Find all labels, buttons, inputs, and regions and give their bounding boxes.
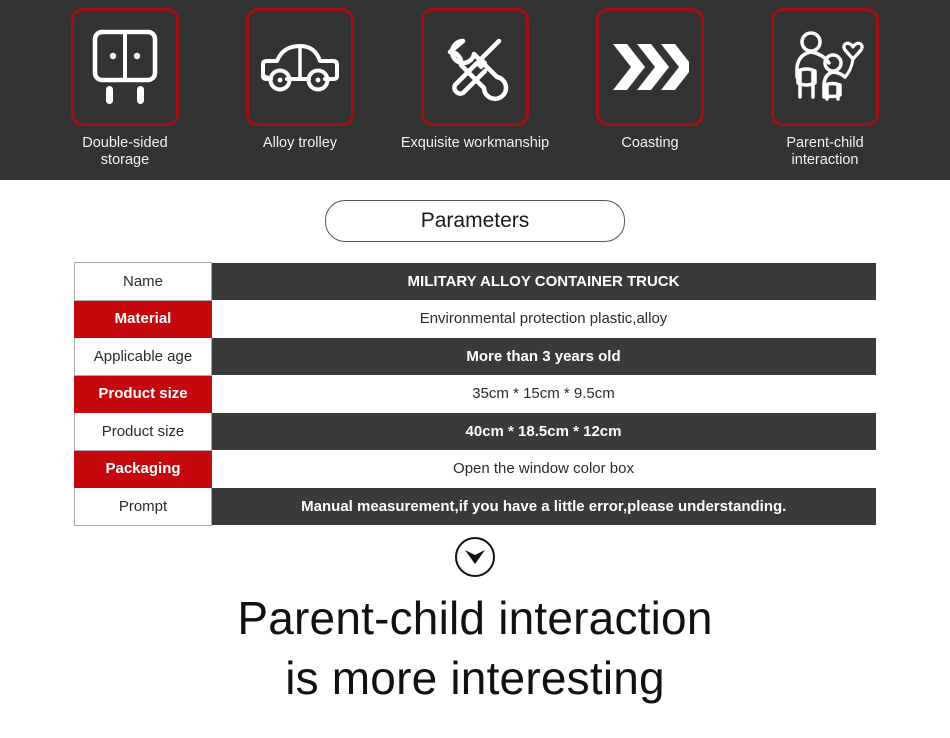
spec-key-cell: Prompt xyxy=(74,487,212,526)
feature-item-double-sided-storage[interactable]: Double-sided storage xyxy=(40,8,210,169)
table-row: Product size 35cm * 15cm * 9.5cm xyxy=(74,374,876,413)
feature-icon-frame xyxy=(421,8,529,126)
page-title-line-2: is more interesting xyxy=(285,651,665,704)
chevron-down-circle-icon[interactable] xyxy=(455,536,495,577)
feature-item-coasting[interactable]: Coasting xyxy=(565,8,735,152)
feature-label-line-1: Parent-child xyxy=(786,135,864,151)
feature-label-line-1: Exquisite workmanship xyxy=(400,135,550,151)
spec-key-cell: Product size xyxy=(74,412,212,451)
page-title: Parent-child interaction is more interes… xyxy=(0,588,950,708)
spec-table-body: Name MILITARY ALLOY CONTAINER TRUCK Mate… xyxy=(74,262,876,526)
parameters-button[interactable]: Parameters xyxy=(325,200,625,242)
table-row: Applicable age More than 3 years old xyxy=(74,337,876,376)
spec-key-cell: Packaging xyxy=(74,449,212,488)
spec-value-cell: 40cm * 18.5cm * 12cm xyxy=(211,412,876,450)
table-row: Product size 40cm * 18.5cm * 12cm xyxy=(74,412,876,451)
scroll-hint xyxy=(0,526,950,588)
table-row: Packaging Open the window color box xyxy=(74,449,876,488)
spec-value-cell: MILITARY ALLOY CONTAINER TRUCK xyxy=(211,262,876,300)
feature-label-line-1: Alloy trolley xyxy=(262,135,338,151)
spec-key-cell: Name xyxy=(74,262,212,301)
parent-child-balloon-icon xyxy=(785,27,865,107)
feature-label-line-1: Double-sided xyxy=(82,135,168,151)
spec-value-cell: 35cm * 15cm * 9.5cm xyxy=(211,375,876,413)
spec-value-cell: Open the window color box xyxy=(211,450,876,488)
spec-table-wrapper: Name MILITARY ALLOY CONTAINER TRUCK Mate… xyxy=(0,262,950,526)
page-title-line-1: Parent-child interaction xyxy=(237,591,713,644)
triple-chevron-right-icon xyxy=(611,42,689,92)
parameters-section-header: Parameters xyxy=(0,180,950,262)
parameters-button-label: Parameters xyxy=(420,209,530,232)
double-door-cabinet-icon xyxy=(89,28,161,106)
feature-label: Coasting xyxy=(621,135,678,152)
feature-icon-frame xyxy=(246,8,354,126)
table-row: Prompt Manual measurement,if you have a … xyxy=(74,487,876,526)
spec-key-cell: Material xyxy=(74,299,212,338)
feature-label: Exquisite workmanship xyxy=(401,135,549,152)
feature-item-parent-child-interaction[interactable]: Parent-child interaction xyxy=(740,8,910,169)
spec-value-cell: Environmental protection plastic,alloy xyxy=(211,300,876,338)
feature-label-line-2: storage xyxy=(100,152,150,168)
spec-table: Name MILITARY ALLOY CONTAINER TRUCK Mate… xyxy=(74,262,876,526)
feature-label: Parent-child interaction xyxy=(786,135,863,169)
features-band: Double-sided storage Alloy trolley Exqui… xyxy=(0,0,950,180)
wrench-screwdriver-icon xyxy=(437,29,513,105)
feature-label-line-2: interaction xyxy=(791,152,859,168)
spec-value-cell: Manual measurement,if you have a little … xyxy=(211,487,876,525)
feature-label: Alloy trolley xyxy=(263,135,337,152)
spec-key-cell: Product size xyxy=(74,374,212,413)
car-icon xyxy=(259,36,341,98)
feature-icon-frame xyxy=(771,8,879,126)
features-row: Double-sided storage Alloy trolley Exqui… xyxy=(0,0,950,180)
feature-label-line-1: Coasting xyxy=(621,135,679,151)
feature-label: Double-sided storage xyxy=(82,135,167,169)
spec-key-cell: Applicable age xyxy=(74,337,212,376)
feature-icon-frame xyxy=(71,8,179,126)
spec-value-cell: More than 3 years old xyxy=(211,337,876,375)
feature-item-alloy-trolley[interactable]: Alloy trolley xyxy=(215,8,385,152)
feature-item-exquisite-workmanship[interactable]: Exquisite workmanship xyxy=(390,8,560,152)
table-row: Name MILITARY ALLOY CONTAINER TRUCK xyxy=(74,262,876,301)
chevron-down-glyph xyxy=(465,549,485,564)
feature-icon-frame xyxy=(596,8,704,126)
table-row: Material Environmental protection plasti… xyxy=(74,299,876,338)
